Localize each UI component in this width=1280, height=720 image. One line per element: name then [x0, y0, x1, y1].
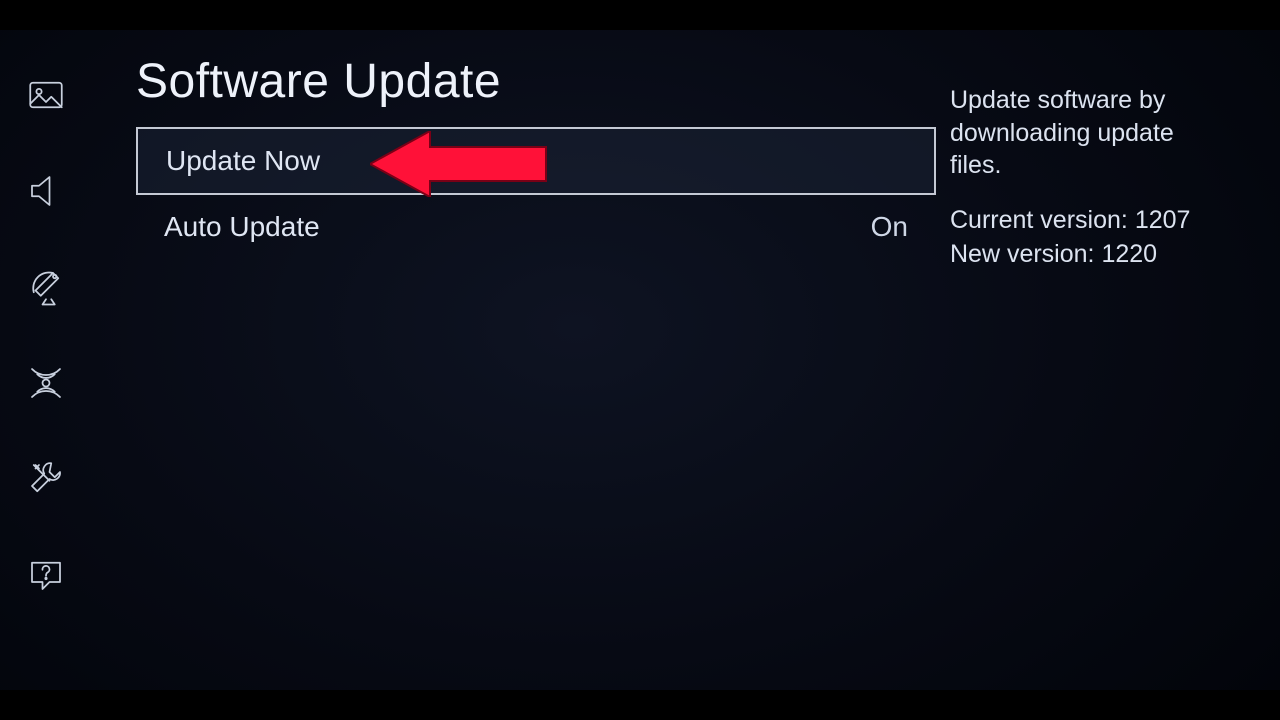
- menu-item-label: Auto Update: [164, 211, 320, 243]
- tv-settings-screen: Software Update Update Now Auto Update O…: [0, 30, 1280, 690]
- network-icon[interactable]: [23, 360, 69, 406]
- new-version-line: New version: 1220: [950, 238, 1222, 271]
- menu-item-auto-update[interactable]: Auto Update On: [136, 195, 936, 259]
- info-description: Update software by downloading update fi…: [950, 84, 1222, 182]
- menu-item-label: Update Now: [166, 145, 320, 177]
- sound-icon[interactable]: [23, 168, 69, 214]
- main-pane: Software Update Update Now Auto Update O…: [92, 30, 1280, 690]
- menu-item-update-now[interactable]: Update Now: [136, 127, 936, 195]
- support-icon[interactable]: [23, 552, 69, 598]
- picture-icon[interactable]: [23, 72, 69, 118]
- page-title: Software Update: [136, 54, 936, 109]
- info-panel: Update software by downloading update fi…: [936, 54, 1236, 678]
- menu-item-value: On: [871, 211, 908, 243]
- tools-icon[interactable]: [23, 456, 69, 502]
- arrow-annotation-icon: [370, 131, 550, 197]
- settings-sidebar: [0, 30, 92, 690]
- current-version-line: Current version: 1207: [950, 204, 1222, 237]
- satellite-icon[interactable]: [23, 264, 69, 310]
